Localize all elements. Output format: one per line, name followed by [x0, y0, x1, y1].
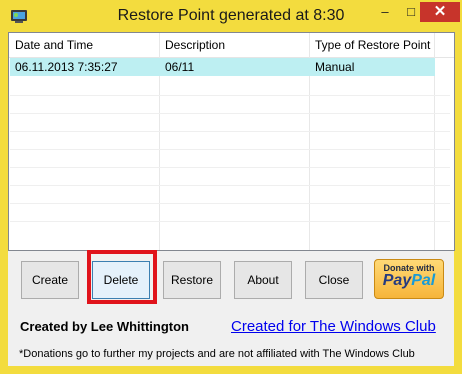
create-button[interactable]: Create	[21, 261, 79, 299]
close-button[interactable]: Close	[305, 261, 363, 299]
row-gridline	[10, 149, 450, 150]
donation-note: *Donations go to further my projects and…	[19, 348, 415, 360]
row-gridline	[10, 95, 450, 96]
app-window: Restore Point generated at 8:30 – □ ✕ Da…	[0, 0, 462, 374]
delete-button[interactable]: Delete	[92, 261, 150, 299]
cell-date-time: 06.11.2013 7:35:27	[15, 60, 118, 74]
donate-paypal-button[interactable]: Donate with PayPal	[374, 259, 444, 299]
restore-points-list[interactable]: Date and Time Description Type of Restor…	[8, 32, 455, 251]
row-gridline	[10, 167, 450, 168]
client-area: Date and Time Description Type of Restor…	[8, 32, 455, 366]
paypal-logo: PayPal	[375, 272, 443, 290]
column-header-date-time[interactable]: Date and Time	[9, 33, 159, 57]
minimize-icon[interactable]: –	[372, 2, 398, 22]
row-gridline	[10, 185, 450, 186]
title-bar[interactable]: Restore Point generated at 8:30 – □ ✕	[1, 1, 461, 33]
windows-club-link[interactable]: Created for The Windows Club	[231, 318, 436, 335]
close-icon[interactable]: ✕	[420, 2, 460, 22]
author-credit: Created by Lee Whittington	[20, 319, 189, 334]
paypal-pal-text: Pal	[411, 272, 436, 289]
column-header-type[interactable]: Type of Restore Point	[309, 33, 454, 57]
list-header: Date and Time Description Type of Restor…	[9, 33, 454, 58]
row-gridline	[10, 221, 450, 222]
about-button[interactable]: About	[234, 261, 292, 299]
table-row[interactable]: 06.11.2013 7:35:27 06/11 Manual	[10, 58, 435, 76]
column-header-description[interactable]: Description	[159, 33, 309, 57]
row-gridline	[10, 131, 450, 132]
cell-description: 06/11	[165, 60, 195, 74]
row-gridline	[10, 203, 450, 204]
row-gridline	[10, 113, 450, 114]
cell-type: Manual	[315, 60, 355, 74]
paypal-pay-text: Pay	[382, 272, 412, 289]
restore-button[interactable]: Restore	[163, 261, 221, 299]
